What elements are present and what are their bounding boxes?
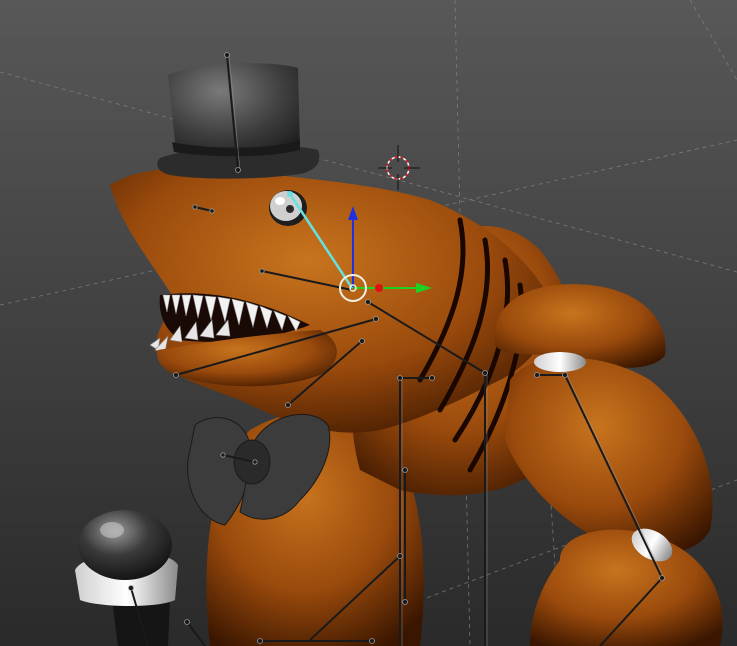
shoulder-joint [534, 352, 586, 372]
top-hat [157, 63, 320, 179]
viewport-canvas[interactable] [0, 0, 737, 646]
3d-viewport[interactable] [0, 0, 737, 646]
gizmo-center-handle[interactable] [375, 284, 383, 292]
